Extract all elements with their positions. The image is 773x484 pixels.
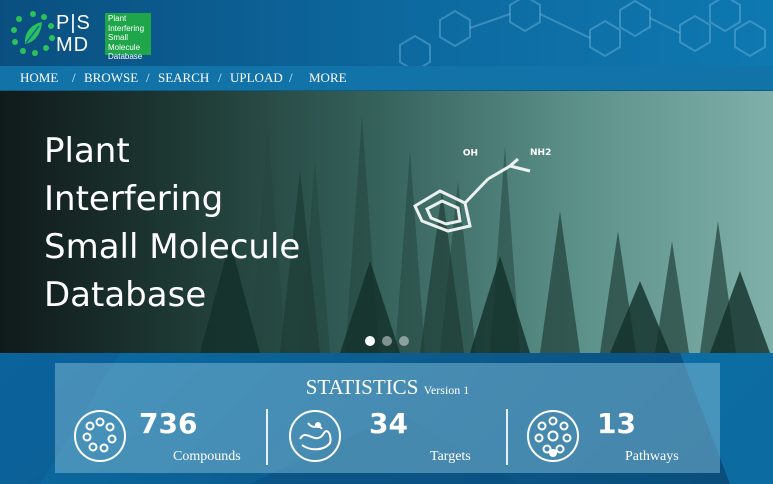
targets-label[interactable]: Targets [430,449,471,465]
stat-divider [506,409,508,465]
nav-item-home[interactable]: HOME [20,70,58,86]
statistics-title: STATISTICS Version 1 [55,375,720,400]
nav-separator: / [289,70,293,85]
statistics-panel: STATISTICS Version 1 736 Compounds 34 Ta… [55,363,720,473]
logo-box-line: Database [108,52,143,61]
hero-title-line: Database [44,275,207,315]
pathway-network-icon[interactable] [526,409,580,463]
hero-title-line: Small Molecule [44,227,301,267]
site-header: P|S MD Plant Interfering Small Molecule … [0,0,773,66]
stat-divider [266,409,268,465]
logo-letters: P|S MD [56,12,96,56]
logo-box-line: Interfering [108,23,145,33]
statistics-version: Version 1 [423,383,470,397]
nav-item-more[interactable]: MORE [309,70,347,86]
statistics-heading: STATISTICS [305,375,419,399]
logo-box-line: Small [108,33,129,42]
molecule-label-ho: HO [462,146,478,156]
logo-letters-top: P|S [56,12,91,34]
carousel-dot[interactable] [399,336,409,346]
logo-box-line: Molecule [108,42,141,52]
pathways-count: 13 [597,407,636,440]
compound-ring-icon[interactable] [73,409,127,463]
nav-item-upload[interactable]: UPLOAD [230,70,283,86]
logo-name-box: Plant Interfering Small Molecule Databas… [105,13,151,61]
carousel-dot[interactable] [382,336,392,346]
leaf-circle-icon [11,11,55,56]
target-protein-icon[interactable] [288,409,342,463]
hero-title-line: Interfering [44,179,224,219]
hero-title: Plant Interfering Small Molecule Databas… [44,127,300,319]
nav-item-search[interactable]: SEARCH [158,70,209,86]
carousel-dot-active[interactable] [365,336,375,346]
molecule-label-nh2: NH2 [530,148,551,158]
hexagon-pattern-decoration [399,0,766,66]
targets-count: 34 [369,407,408,440]
nav-separator: / [146,70,150,85]
logo-letters-bottom: MD [56,34,90,56]
compounds-label[interactable]: Compounds [173,449,241,465]
nav-separator: / [72,70,76,85]
hero-carousel[interactable]: HO NH2 Plant Interfering Small Molecule … [0,91,773,353]
page: P|S MD Plant Interfering Small Molecule … [0,0,773,484]
hero-title-line: Plant [44,131,130,171]
main-nav: HOME / BROWSE / SEARCH / UPLOAD / MORE [0,66,773,91]
logo-box-line: Plant [108,14,127,23]
nav-separator: / [218,70,222,85]
pathways-label[interactable]: Pathways [625,449,679,465]
nav-item-browse[interactable]: BROWSE [84,70,138,86]
compounds-count: 736 [139,407,198,440]
